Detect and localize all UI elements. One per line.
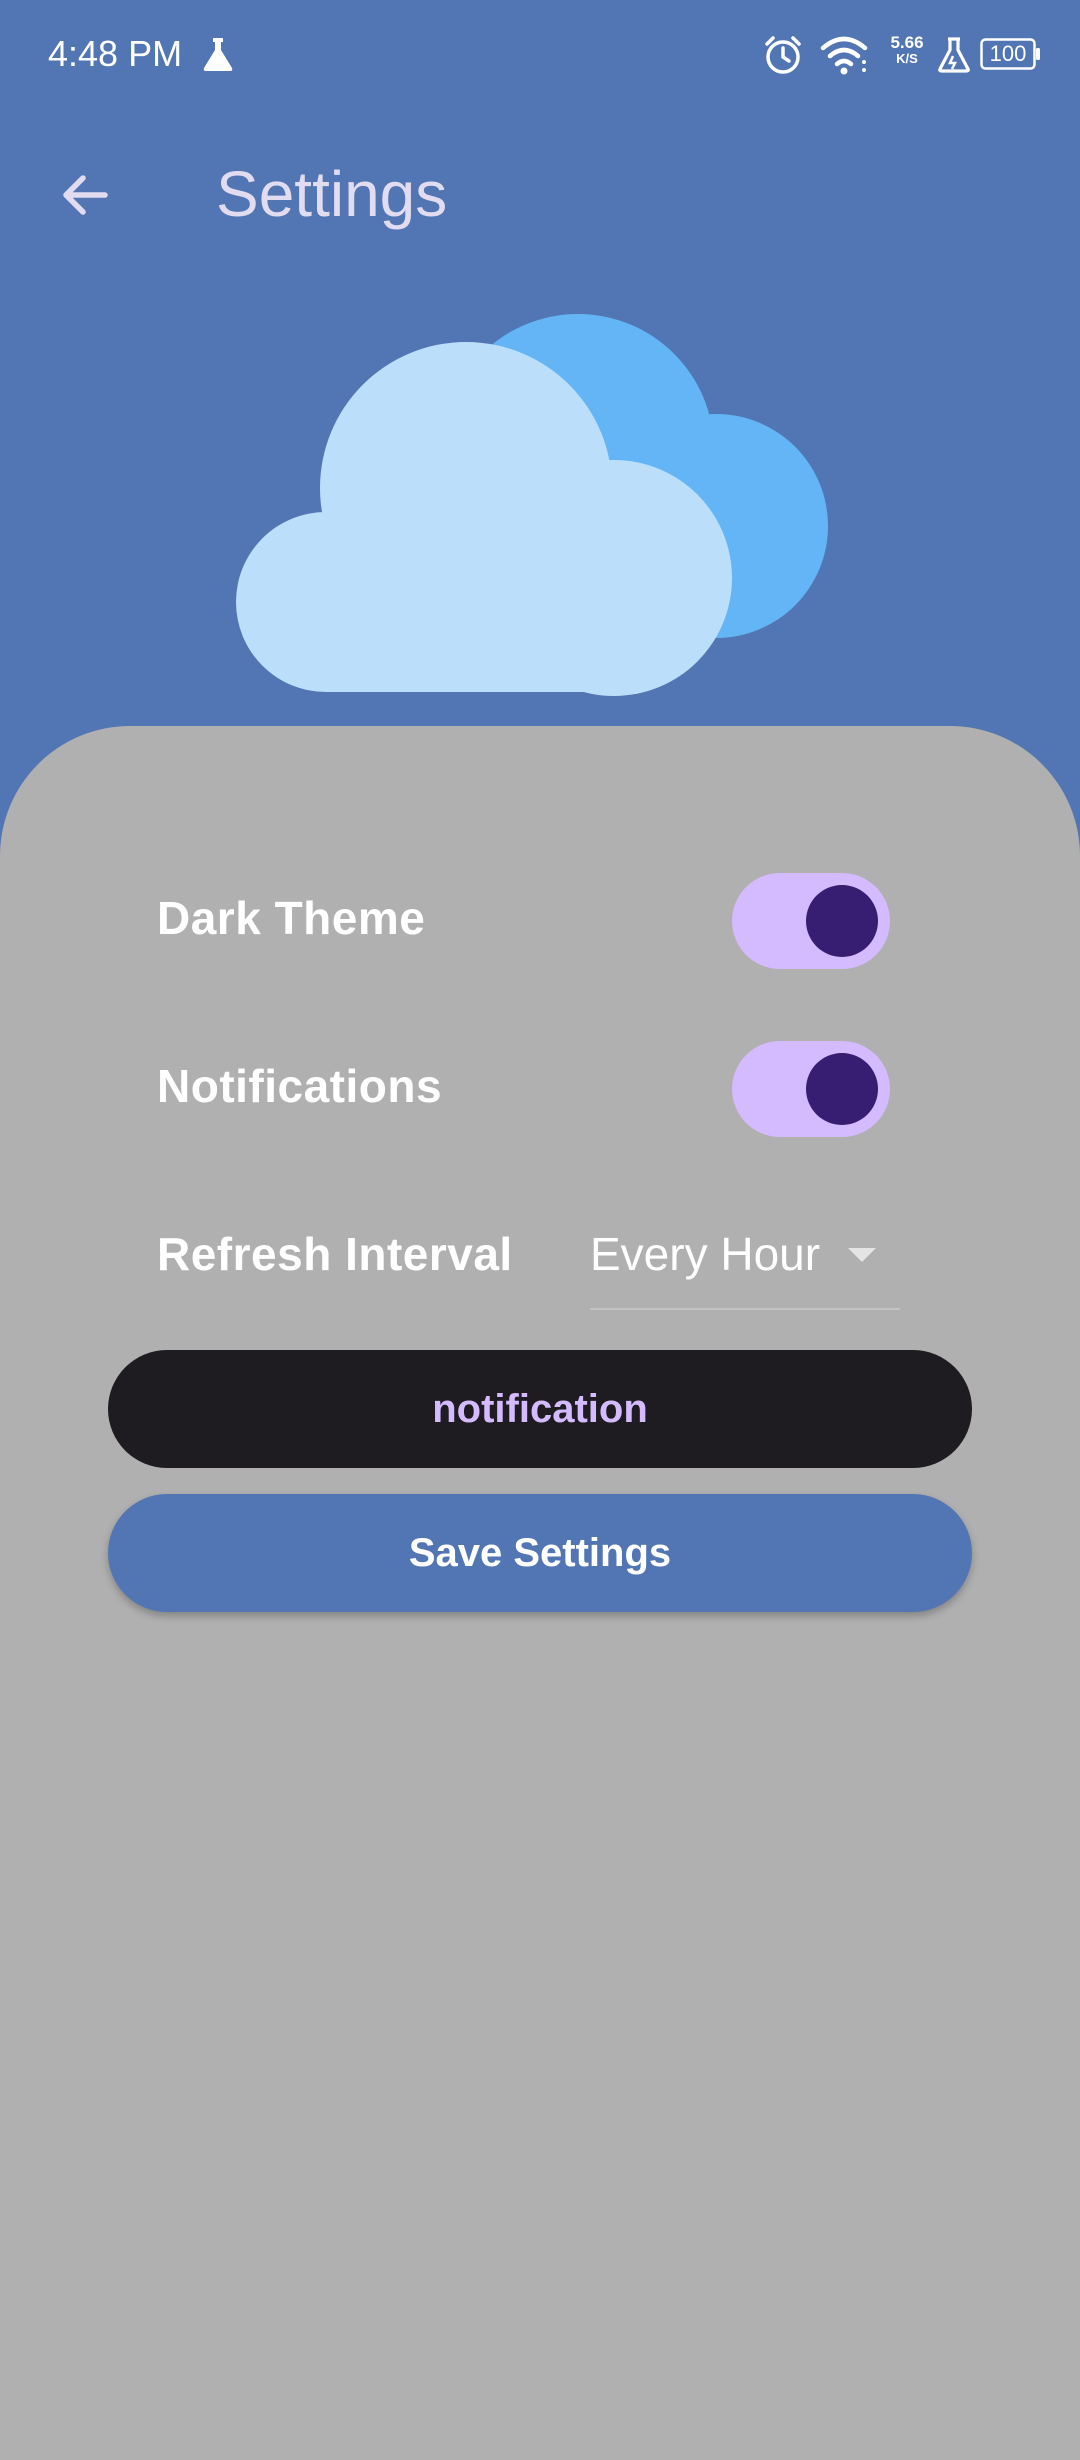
notifications-label: Notifications — [157, 1060, 443, 1112]
refresh-interval-dropdown[interactable]: Every Hour — [590, 1224, 900, 1310]
dropdown-arrow-icon — [848, 1248, 876, 1262]
dropdown-underline — [590, 1308, 900, 1310]
arrow-left-icon — [63, 175, 108, 215]
dark-theme-toggle[interactable] — [732, 873, 890, 969]
refresh-interval-row: Refresh Interval Every Hour — [157, 1204, 917, 1310]
alarm-icon — [765, 36, 801, 74]
network-speed: 5.66 K/S — [882, 34, 932, 66]
dark-theme-toggle-thumb — [806, 885, 878, 957]
wifi-icon — [820, 36, 868, 75]
dark-theme-row: Dark Theme — [157, 868, 917, 969]
page-title: Settings — [216, 158, 448, 230]
cloud-icon — [236, 314, 828, 696]
status-bar: 4:48 PM 5.66 K/S 100 — [0, 0, 1080, 110]
network-speed-value: 5.66 — [890, 33, 924, 52]
refresh-interval-value: Every Hour — [590, 1228, 821, 1280]
refresh-interval-label: Refresh Interval — [157, 1228, 513, 1280]
app-bar: Settings — [0, 110, 1080, 270]
lab-icon — [938, 37, 970, 73]
network-speed-unit: K/S — [896, 51, 918, 66]
dark-theme-label: Dark Theme — [157, 892, 426, 944]
save-settings-button[interactable]: Save Settings — [108, 1494, 972, 1612]
back-button[interactable] — [40, 150, 130, 240]
notification-button[interactable]: notification — [108, 1350, 972, 1468]
notifications-row: Notifications — [157, 1036, 917, 1137]
battery-level: 100 — [989, 41, 1027, 66]
notifications-toggle[interactable] — [732, 1041, 890, 1137]
flask-icon — [203, 38, 233, 71]
notifications-toggle-thumb — [806, 1053, 878, 1125]
status-time: 4:48 PM — [48, 33, 183, 74]
battery-icon: 100 — [980, 38, 1042, 70]
